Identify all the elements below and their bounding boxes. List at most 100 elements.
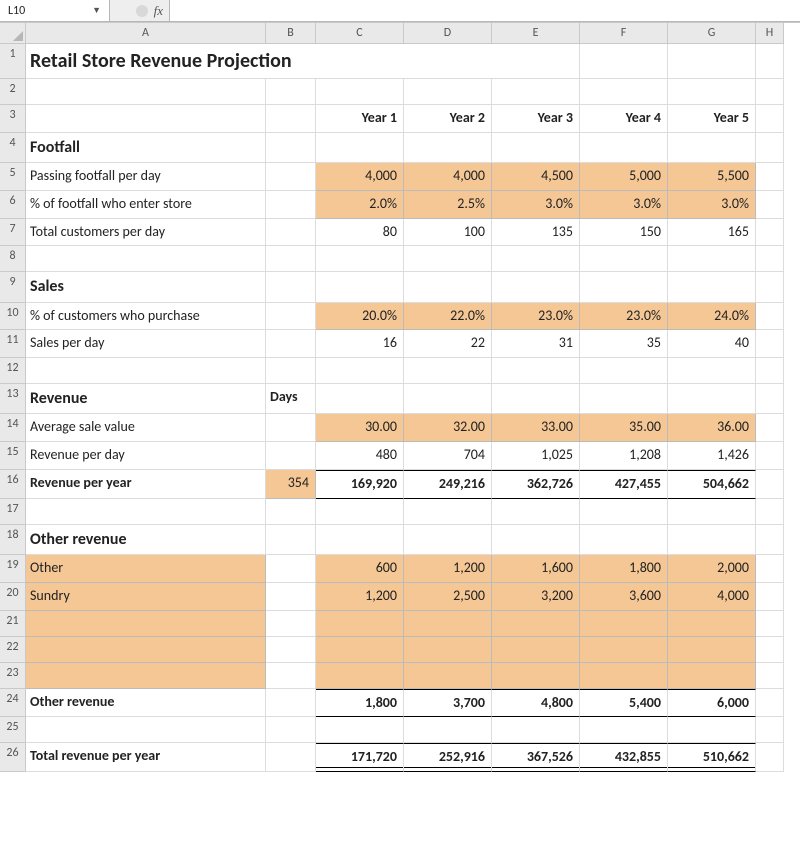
cell-A15[interactable]: Revenue per day: [26, 442, 266, 470]
cell-B20[interactable]: [266, 583, 316, 611]
row-head-10[interactable]: 10: [0, 303, 26, 331]
cell-D14[interactable]: 32.00: [404, 414, 492, 442]
cell-D25[interactable]: [404, 717, 492, 743]
col-head-B[interactable]: B: [266, 23, 316, 44]
cell-A20[interactable]: Sundry: [26, 583, 266, 611]
cell-D5[interactable]: 4,000: [404, 163, 492, 191]
cell-G2[interactable]: [668, 79, 756, 105]
formula-input[interactable]: [170, 0, 800, 21]
cell-E8[interactable]: [492, 246, 580, 272]
cell-F26[interactable]: 432,855: [580, 743, 668, 772]
col-head-E[interactable]: E: [492, 23, 580, 44]
row-head-17[interactable]: 17: [0, 499, 26, 525]
cell-F16[interactable]: 427,455: [580, 470, 668, 499]
cell-G3[interactable]: Year 5: [668, 105, 756, 133]
cell-H5[interactable]: [756, 163, 784, 191]
select-all-corner[interactable]: [0, 23, 26, 44]
cell-F8[interactable]: [580, 246, 668, 272]
cell-C20[interactable]: 1,200: [316, 583, 404, 611]
cell-C12[interactable]: [316, 358, 404, 384]
cell-H6[interactable]: [756, 191, 784, 219]
cell-A1-title[interactable]: Retail Store Revenue Projection: [26, 44, 580, 79]
row-head-3[interactable]: 3: [0, 105, 26, 133]
cell-H11[interactable]: [756, 330, 784, 358]
cell-B15[interactable]: [266, 442, 316, 470]
cell-E7[interactable]: 135: [492, 219, 580, 247]
cell-F18[interactable]: [580, 525, 668, 555]
cell-F23[interactable]: [580, 663, 668, 689]
cell-A18[interactable]: Other revenue: [26, 525, 266, 555]
cell-G5[interactable]: 5,500: [668, 163, 756, 191]
cell-B7[interactable]: [266, 219, 316, 247]
cell-F20[interactable]: 3,600: [580, 583, 668, 611]
cell-H1[interactable]: [756, 44, 784, 79]
col-head-A[interactable]: A: [26, 23, 266, 44]
cell-G10[interactable]: 24.0%: [668, 303, 756, 331]
cell-D19[interactable]: 1,200: [404, 555, 492, 583]
cell-D11[interactable]: 22: [404, 330, 492, 358]
cell-H22[interactable]: [756, 637, 784, 663]
cell-D3[interactable]: Year 2: [404, 105, 492, 133]
cell-E17[interactable]: [492, 499, 580, 525]
row-head-21[interactable]: 21: [0, 611, 26, 637]
cell-B12[interactable]: [266, 358, 316, 384]
cell-F6[interactable]: 3.0%: [580, 191, 668, 219]
row-head-16[interactable]: 16: [0, 470, 26, 499]
row-head-13[interactable]: 13: [0, 384, 26, 414]
cell-F25[interactable]: [580, 717, 668, 743]
cell-A24[interactable]: Other revenue: [26, 689, 266, 718]
fx-icon[interactable]: fx: [154, 3, 163, 19]
cell-E12[interactable]: [492, 358, 580, 384]
cell-B17[interactable]: [266, 499, 316, 525]
row-head-8[interactable]: 8: [0, 246, 26, 272]
col-head-F[interactable]: F: [580, 23, 668, 44]
row-head-12[interactable]: 12: [0, 358, 26, 384]
cell-G16[interactable]: 504,662: [668, 470, 756, 499]
cell-H23[interactable]: [756, 663, 784, 689]
cell-E13[interactable]: [492, 384, 580, 414]
cell-C22[interactable]: [316, 637, 404, 663]
cell-C7[interactable]: 80: [316, 219, 404, 247]
cell-C25[interactable]: [316, 717, 404, 743]
cell-G6[interactable]: 3.0%: [668, 191, 756, 219]
cell-C23[interactable]: [316, 663, 404, 689]
cell-B26[interactable]: [266, 743, 316, 772]
cell-C18[interactable]: [316, 525, 404, 555]
row-head-19[interactable]: 19: [0, 555, 26, 583]
cell-G25[interactable]: [668, 717, 756, 743]
cell-A16[interactable]: Revenue per year: [26, 470, 266, 499]
cell-H24[interactable]: [756, 689, 784, 718]
cell-E6[interactable]: 3.0%: [492, 191, 580, 219]
cell-E10[interactable]: 23.0%: [492, 303, 580, 331]
cell-E23[interactable]: [492, 663, 580, 689]
cell-A9[interactable]: Sales: [26, 272, 266, 302]
cell-A2[interactable]: [26, 79, 266, 105]
cell-F7[interactable]: 150: [580, 219, 668, 247]
cell-G4[interactable]: [668, 133, 756, 163]
cell-G7[interactable]: 165: [668, 219, 756, 247]
cell-G12[interactable]: [668, 358, 756, 384]
row-head-2[interactable]: 2: [0, 79, 26, 105]
cell-H12[interactable]: [756, 358, 784, 384]
cell-F15[interactable]: 1,208: [580, 442, 668, 470]
cell-A3[interactable]: [26, 105, 266, 133]
cell-G15[interactable]: 1,426: [668, 442, 756, 470]
cell-E16[interactable]: 362,726: [492, 470, 580, 499]
cell-F1[interactable]: [580, 44, 668, 79]
cell-A21[interactable]: [26, 611, 266, 637]
cell-E2[interactable]: [492, 79, 580, 105]
cell-E18[interactable]: [492, 525, 580, 555]
row-head-22[interactable]: 22: [0, 637, 26, 663]
cell-E21[interactable]: [492, 611, 580, 637]
cell-E11[interactable]: 31: [492, 330, 580, 358]
cell-D17[interactable]: [404, 499, 492, 525]
cell-D7[interactable]: 100: [404, 219, 492, 247]
cell-C5[interactable]: 4,000: [316, 163, 404, 191]
cell-B16[interactable]: 354: [266, 470, 316, 499]
cell-A12[interactable]: [26, 358, 266, 384]
cell-A17[interactable]: [26, 499, 266, 525]
cell-E14[interactable]: 33.00: [492, 414, 580, 442]
cell-D18[interactable]: [404, 525, 492, 555]
cell-H8[interactable]: [756, 246, 784, 272]
cell-D9[interactable]: [404, 272, 492, 302]
